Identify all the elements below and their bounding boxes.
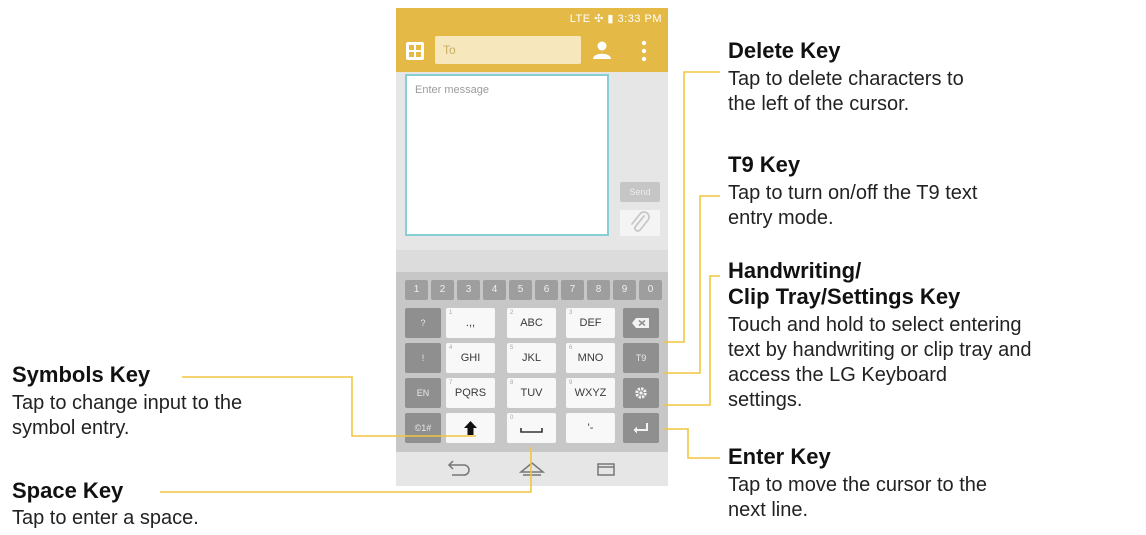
enter-key-desc-line: next line. <box>728 499 809 521</box>
symbols-key-title: Symbols Key <box>12 362 151 387</box>
handwriting-key-desc-line: settings. <box>728 389 803 411</box>
symbols-key-desc-line: Tap to change input to the <box>12 392 243 414</box>
t9-key-desc-line: Tap to turn on/off the T9 text <box>728 182 978 204</box>
delete-key-title: Delete Key <box>728 38 841 63</box>
handwriting-key-title-line: Handwriting/ <box>728 258 862 283</box>
space-key-desc-line: Tap to enter a space. <box>12 507 199 529</box>
enter-key-desc-line: Tap to move the cursor to the <box>728 474 988 496</box>
space-key-title: Space Key <box>12 478 124 503</box>
callout-lines <box>160 71 720 493</box>
t9-key-desc-line: entry mode. <box>728 207 834 229</box>
delete-key-desc-line: the left of the cursor. <box>728 93 910 115</box>
delete-key-desc-line: Tap to delete characters to <box>728 68 964 90</box>
symbols-key-desc-line: symbol entry. <box>12 417 130 439</box>
t9-key-title: T9 Key <box>728 152 801 177</box>
handwriting-key-title-line: Clip Tray/Settings Key <box>728 284 961 309</box>
handwriting-key-desc-line: access the LG Keyboard <box>728 364 948 386</box>
handwriting-key-desc-line: text by handwriting or clip tray and <box>728 339 1032 361</box>
handwriting-key-desc-line: Touch and hold to select entering <box>728 314 1022 336</box>
enter-key-title: Enter Key <box>728 444 831 469</box>
